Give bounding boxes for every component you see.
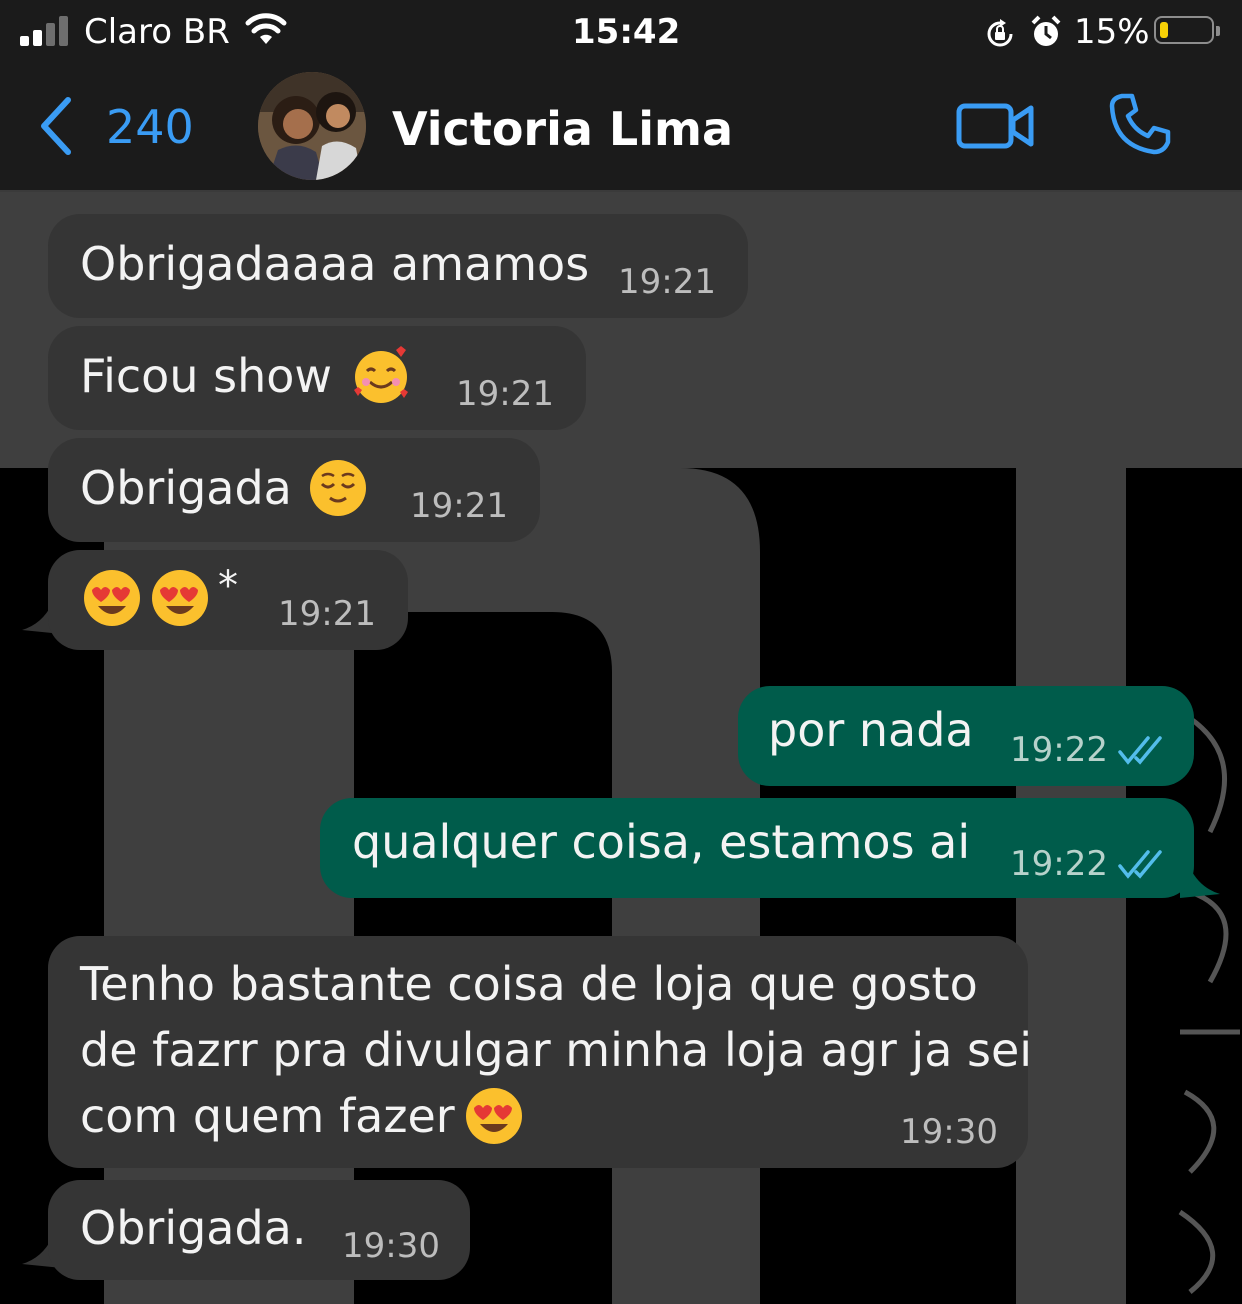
message-bubble[interactable]: * 19:21 xyxy=(48,550,408,650)
message-text: por nada xyxy=(768,703,974,757)
message-time: 19:22 xyxy=(1010,844,1108,884)
message-time: 19:30 xyxy=(900,1112,998,1152)
heart-eyes-icon xyxy=(466,1088,522,1144)
message-text: Obrigadaaaa amamos xyxy=(80,237,590,291)
chat-area[interactable]: Obrigadaaaa amamos 19:21 Ficou show 19:2… xyxy=(0,192,1242,1304)
rotation-lock-icon xyxy=(987,19,1013,47)
message-bubble[interactable]: Obrigadaaaa amamos 19:21 xyxy=(48,214,748,318)
message-text-line: Tenho bastante coisa de loja que gosto xyxy=(80,957,978,1011)
clock: 15:42 xyxy=(572,12,681,52)
battery-icon xyxy=(1154,16,1220,44)
message-bubble[interactable]: Obrigada. 19:30 xyxy=(48,1180,470,1280)
alarm-icon xyxy=(1031,15,1061,46)
carrier-name: Claro BR xyxy=(84,12,230,52)
message-text: Obrigada xyxy=(80,461,292,515)
heart-eyes-icon xyxy=(84,570,140,626)
message-bubble[interactable]: Obrigada 19:21 xyxy=(48,438,540,542)
message-time: 19:21 xyxy=(456,374,554,414)
contact-name[interactable]: Victoria Lima xyxy=(392,102,733,156)
unread-count-back-button[interactable]: 240 xyxy=(106,100,194,154)
cellular-signal-icon xyxy=(20,14,72,46)
message-text: Ficou show xyxy=(80,349,332,403)
message-text-line: com quem fazer xyxy=(80,1089,455,1143)
message-text: Obrigada. xyxy=(80,1201,307,1255)
smiling-face-with-hearts-icon xyxy=(354,346,408,403)
battery-percent: 15% xyxy=(1074,12,1150,52)
double-check-read-icon xyxy=(1118,736,1162,765)
message-bubble[interactable]: Tenho bastante coisa de loja que gosto d… xyxy=(48,936,1032,1168)
relieved-face-icon xyxy=(310,460,366,516)
message-text: qualquer coisa, estamos ai xyxy=(352,815,971,869)
message-time: 19:21 xyxy=(410,486,508,526)
avatar[interactable] xyxy=(258,72,366,180)
video-call-icon[interactable] xyxy=(956,100,1036,152)
chevron-left-icon[interactable] xyxy=(36,94,76,158)
chat-header: 240 Victoria Lima xyxy=(0,64,1242,192)
message-text: * xyxy=(218,563,238,609)
message-bubble[interactable]: qualquer coisa, estamos ai 19:22 xyxy=(320,798,1194,898)
status-bar: Claro BR 15:42 15% xyxy=(0,0,1242,64)
message-time: 19:22 xyxy=(1010,730,1108,770)
message-time: 19:21 xyxy=(618,262,716,302)
message-time: 19:30 xyxy=(342,1226,440,1266)
message-bubble[interactable]: Ficou show 19:21 xyxy=(48,326,586,430)
heart-eyes-icon xyxy=(152,570,208,626)
wifi-icon xyxy=(245,13,287,44)
message-bubble[interactable]: por nada 19:22 xyxy=(738,686,1194,786)
message-text-line: de fazrr pra divulgar minha loja agr ja … xyxy=(80,1023,1033,1077)
double-check-read-icon xyxy=(1118,850,1162,879)
message-time: 19:21 xyxy=(278,594,376,634)
phone-call-icon[interactable] xyxy=(1108,92,1172,156)
